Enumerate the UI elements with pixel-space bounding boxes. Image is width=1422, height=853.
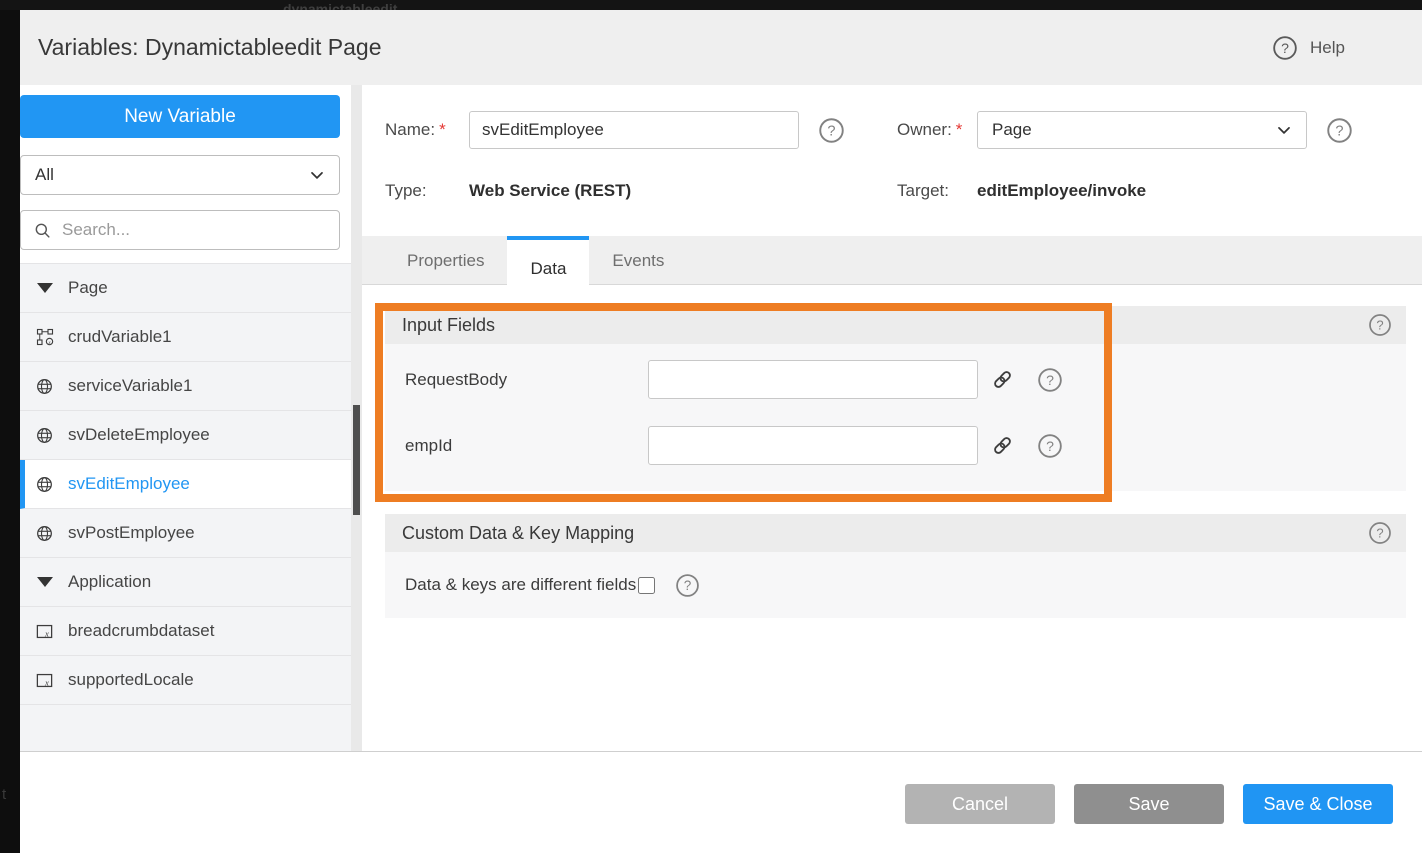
variable-label: supportedLocale <box>68 670 194 690</box>
sidebar-item-svPostEmployee[interactable]: svPostEmployee <box>20 509 351 558</box>
search-input[interactable] <box>62 220 329 240</box>
service-variable-icon <box>35 426 54 445</box>
group-header-application[interactable]: Application <box>20 558 351 607</box>
variable-form-row-2: Type: Web Service (REST) Target: editEmp… <box>385 181 1406 201</box>
field-help-icon[interactable] <box>1037 433 1063 459</box>
target-label: Target: <box>897 181 977 201</box>
field-label: empId <box>405 436 648 456</box>
variable-label: breadcrumbdataset <box>68 621 214 641</box>
search-icon <box>33 221 52 240</box>
help-icon[interactable] <box>1272 35 1298 61</box>
custom-mapping-header: Custom Data & Key Mapping <box>385 514 1406 552</box>
save-button[interactable]: Save <box>1074 784 1224 824</box>
scrollbar-thumb[interactable] <box>353 405 360 515</box>
tab-data[interactable]: Data <box>507 236 589 298</box>
different-fields-checkbox[interactable] <box>638 577 655 594</box>
sidebar-item-breadcrumbdataset[interactable]: breadcrumbdataset <box>20 607 351 656</box>
data-tab-content: Input Fields RequestBody empId <box>385 306 1406 618</box>
variable-form-row-1: Name:* Owner:* Page <box>385 111 1406 149</box>
section-title: Input Fields <box>402 315 1368 336</box>
target-value: editEmployee/invoke <box>977 181 1307 201</box>
background-left-hint: t <box>2 786 6 803</box>
dialog-footer: Cancel Save Save & Close <box>20 751 1422 853</box>
chevron-down-icon <box>1274 120 1294 140</box>
chevron-down-icon <box>307 165 327 185</box>
sidebar-item-crudVariable1[interactable]: crudVariable1 <box>20 313 351 362</box>
background-app-toolbar: dynamictableedit <box>0 0 1422 10</box>
owner-label: Owner:* <box>897 120 977 140</box>
checkbox-help-icon[interactable] <box>675 573 700 598</box>
new-variable-button[interactable]: New Variable <box>20 95 340 138</box>
variables-dialog: Variables: Dynamictableedit Page Help Ne… <box>20 10 1422 853</box>
background-page-name: dynamictableedit <box>283 1 397 10</box>
section-help-icon[interactable] <box>1368 521 1392 545</box>
name-input[interactable] <box>469 111 799 149</box>
dialog-content: New Variable All Page cr <box>20 85 1422 751</box>
sidebar-item-svDeleteEmployee[interactable]: svDeleteEmployee <box>20 411 351 460</box>
detail-tabs: Properties Data Events <box>362 236 1422 285</box>
required-marker: * <box>956 120 963 139</box>
collapse-triangle-icon <box>35 283 54 293</box>
filter-selected-value: All <box>35 165 307 185</box>
custom-mapping-body: Data & keys are different fields <box>385 552 1406 618</box>
help-label[interactable]: Help <box>1310 38 1345 58</box>
input-fields-header: Input Fields <box>385 306 1406 344</box>
variable-list: Page crudVariable1 serviceVariable1 svDe… <box>20 263 351 751</box>
group-header-page[interactable]: Page <box>20 264 351 313</box>
variable-filter-select[interactable]: All <box>20 155 340 195</box>
bind-link-icon[interactable] <box>991 368 1014 391</box>
section-title: Custom Data & Key Mapping <box>402 523 1368 544</box>
sidebar-scrollbar[interactable] <box>351 85 362 751</box>
tab-properties[interactable]: Properties <box>384 236 507 285</box>
variable-search[interactable] <box>20 210 340 250</box>
sidebar-item-serviceVariable1[interactable]: serviceVariable1 <box>20 362 351 411</box>
variable-label: crudVariable1 <box>68 327 172 347</box>
required-marker: * <box>439 120 446 139</box>
section-help-icon[interactable] <box>1368 313 1392 337</box>
variable-label: svEditEmployee <box>68 474 190 494</box>
collapse-triangle-icon <box>35 577 54 587</box>
model-variable-icon <box>35 671 54 690</box>
save-and-close-button[interactable]: Save & Close <box>1243 784 1393 824</box>
tab-events[interactable]: Events <box>589 236 687 285</box>
type-label: Type: <box>385 181 469 201</box>
requestbody-input[interactable] <box>648 360 978 399</box>
group-label: Application <box>68 572 151 592</box>
service-variable-icon <box>35 475 54 494</box>
group-label: Page <box>68 278 108 298</box>
different-fields-label: Data & keys are different fields <box>405 575 636 595</box>
variable-label: serviceVariable1 <box>68 376 192 396</box>
bind-link-icon[interactable] <box>991 434 1014 457</box>
service-variable-icon <box>35 524 54 543</box>
variable-label: svDeleteEmployee <box>68 425 210 445</box>
type-value: Web Service (REST) <box>469 181 799 201</box>
input-fields-body: RequestBody empId <box>385 344 1406 491</box>
service-variable-icon <box>35 377 54 396</box>
screen: dynamictableedit t Variables: Dynamictab… <box>0 0 1422 853</box>
cancel-button[interactable]: Cancel <box>905 784 1055 824</box>
dialog-title: Variables: Dynamictableedit Page <box>38 34 1272 61</box>
dialog-help[interactable]: Help <box>1272 35 1345 61</box>
name-help-icon[interactable] <box>818 117 845 144</box>
name-label: Name:* <box>385 120 469 140</box>
model-variable-icon <box>35 622 54 641</box>
owner-selected-value: Page <box>992 120 1274 140</box>
variable-detail-panel: Name:* Owner:* Page Type: <box>362 85 1422 751</box>
empid-input[interactable] <box>648 426 978 465</box>
custom-mapping-section: Custom Data & Key Mapping Data & keys ar… <box>385 514 1406 618</box>
variables-sidebar: New Variable All Page cr <box>20 85 351 751</box>
sidebar-item-supportedLocale[interactable]: supportedLocale <box>20 656 351 705</box>
input-fields-section: Input Fields RequestBody empId <box>385 306 1406 491</box>
owner-select[interactable]: Page <box>977 111 1307 149</box>
sidebar-item-svEditEmployee[interactable]: svEditEmployee <box>20 460 351 509</box>
owner-help-icon[interactable] <box>1326 117 1353 144</box>
field-row-requestbody: RequestBody <box>405 360 1406 399</box>
field-label: RequestBody <box>405 370 648 390</box>
field-row-empid: empId <box>405 426 1406 465</box>
variable-label: svPostEmployee <box>68 523 195 543</box>
field-help-icon[interactable] <box>1037 367 1063 393</box>
crud-variable-icon <box>35 328 54 346</box>
dialog-titlebar: Variables: Dynamictableedit Page Help <box>20 10 1422 85</box>
